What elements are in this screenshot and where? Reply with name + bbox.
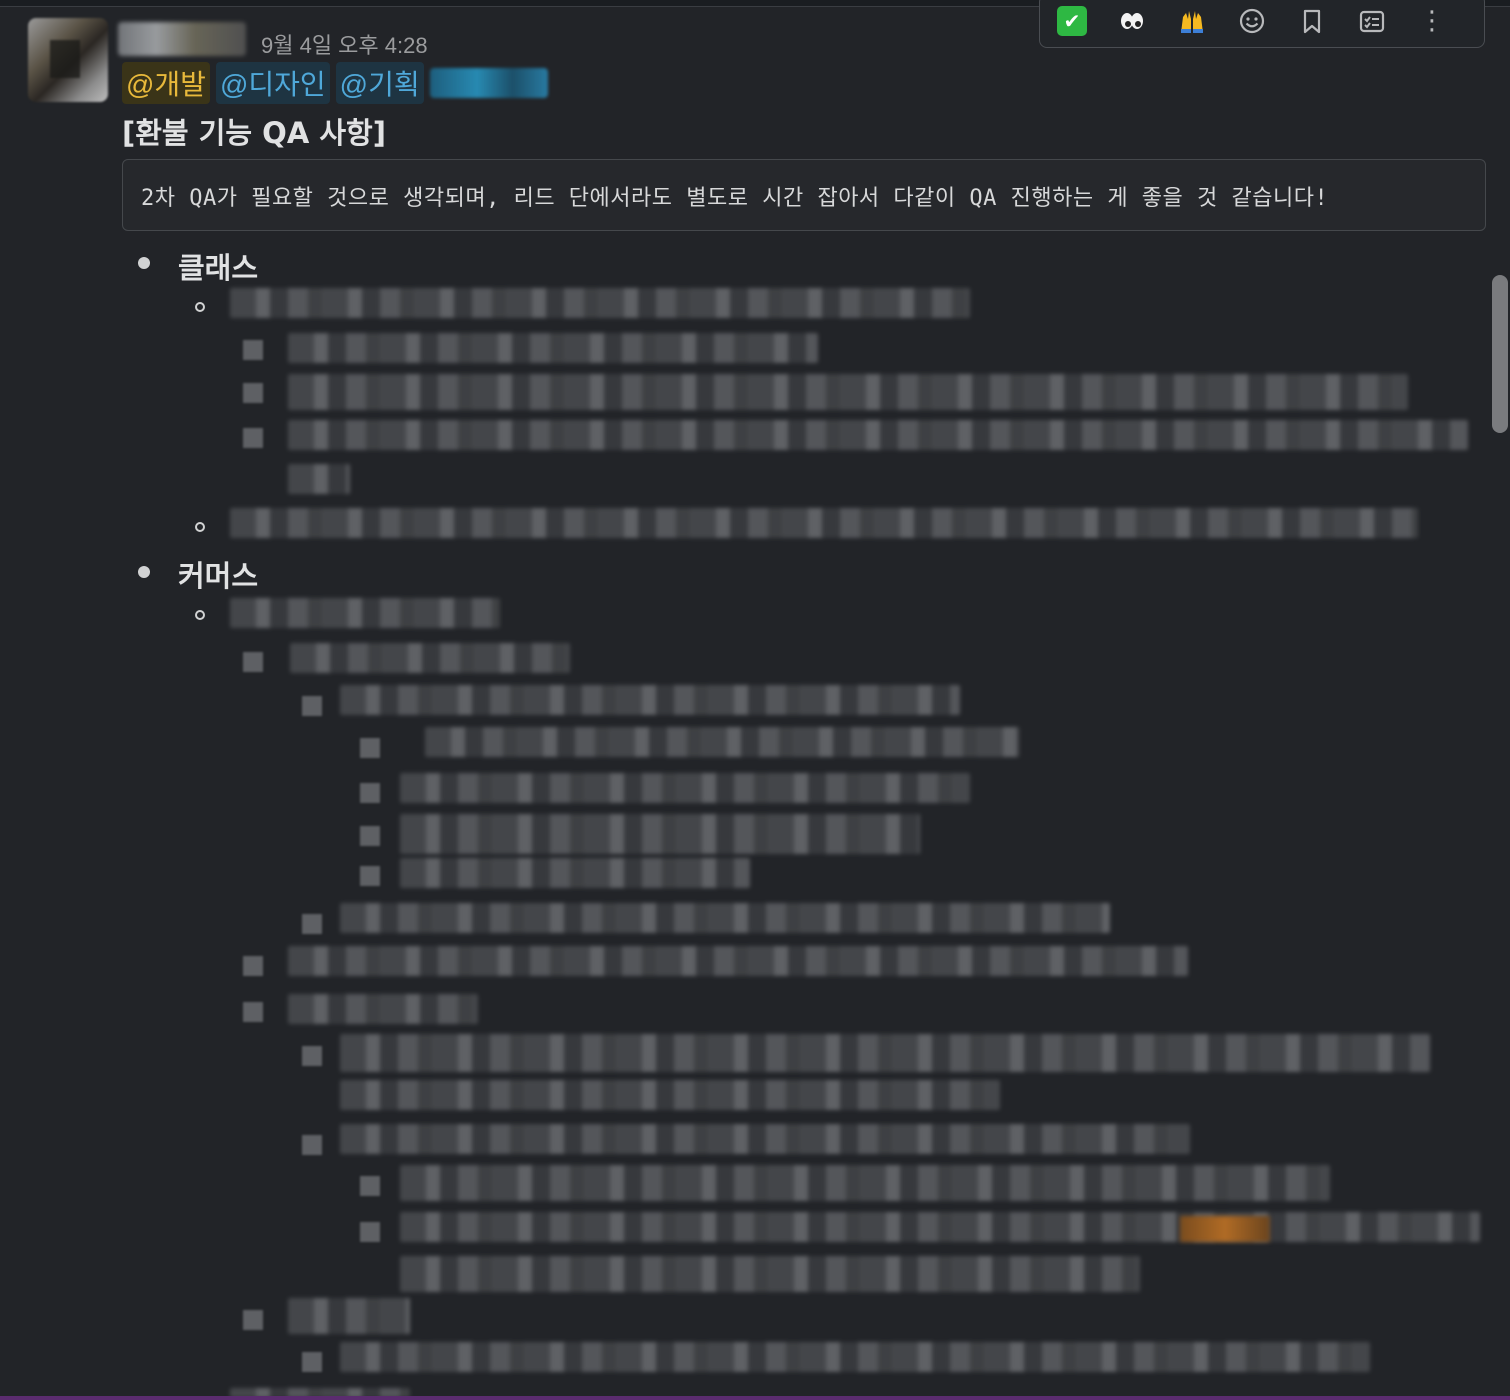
redacted-text: [288, 994, 478, 1024]
square-bullet: [243, 383, 263, 403]
redacted-highlight: [1180, 1216, 1270, 1242]
square-bullet: [360, 1176, 380, 1196]
mention-dev[interactable]: @개발: [122, 62, 210, 104]
scrollbar-thumb[interactable]: [1492, 275, 1508, 433]
bookmark-icon[interactable]: [1296, 5, 1328, 37]
square-bullet: [302, 914, 322, 934]
smiley-glyph: [1239, 8, 1265, 34]
redacted-text: [400, 1256, 1140, 1292]
bullet: [138, 257, 150, 269]
add-reaction-icon[interactable]: [1236, 5, 1268, 37]
redacted-text: [400, 773, 970, 803]
square-bullet: [243, 1310, 263, 1330]
hands-glyph: [1181, 11, 1203, 33]
square-bullet: [360, 826, 380, 846]
redacted-text: [288, 420, 1468, 450]
redacted-text: [340, 1080, 1000, 1110]
redacted-text: [230, 598, 500, 628]
sub-bullet: [195, 610, 205, 620]
bookmark-glyph: [1303, 9, 1321, 34]
square-bullet: [243, 1002, 263, 1022]
code-block-quote: 2차 QA가 필요할 것으로 생각되며, 리드 단에서라도 별도로 시간 잡아서…: [122, 159, 1486, 231]
redacted-text: [230, 508, 1418, 538]
sub-bullet: [195, 302, 205, 312]
redacted-text: [230, 288, 970, 318]
message-actions-toolbar: ✔ ⋮: [1039, 0, 1485, 48]
redacted-text: [340, 685, 960, 715]
more-icon[interactable]: ⋮: [1416, 5, 1448, 37]
checklist-glyph: [1359, 10, 1385, 33]
square-bullet: [360, 738, 380, 758]
square-bullet: [360, 1222, 380, 1242]
square-bullet: [360, 783, 380, 803]
redacted-text: [340, 1124, 1190, 1154]
mentions-row: @개발 @디자인 @기획: [122, 62, 548, 104]
raised-hands-emoji-icon[interactable]: [1176, 5, 1208, 37]
square-bullet: [243, 652, 263, 672]
redacted-text: [288, 333, 818, 363]
sender-name-redacted[interactable]: [118, 22, 246, 56]
square-bullet: [243, 956, 263, 976]
square-bullet: [302, 1352, 322, 1372]
square-bullet: [302, 1046, 322, 1066]
redacted-text: [400, 1212, 1480, 1242]
square-bullet: [243, 428, 263, 448]
timestamp[interactable]: 9월 4일 오후 4:28: [261, 28, 428, 60]
section-heading-class: 클래스: [178, 251, 259, 285]
mention-design[interactable]: @디자인: [215, 62, 330, 104]
section-heading-commerce: 커머스: [178, 559, 259, 593]
redacted-text: [288, 374, 1408, 410]
checklist-icon[interactable]: [1356, 5, 1388, 37]
redacted-text: [400, 1165, 1330, 1201]
square-bullet: [302, 1135, 322, 1155]
redacted-text: [288, 946, 1188, 976]
check-mark-emoji-icon[interactable]: ✔: [1056, 5, 1088, 37]
redacted-text: [340, 903, 1110, 933]
redacted-text: [400, 814, 920, 854]
redacted-text: [288, 1298, 410, 1334]
bullet: [138, 566, 150, 578]
mention-redacted[interactable]: [429, 68, 548, 98]
window-bottom-border: [0, 1396, 1510, 1400]
message-title: [환불 기능 QA 사항]: [122, 116, 386, 150]
mention-planning[interactable]: @기획: [335, 62, 424, 104]
redacted-text: [400, 858, 750, 888]
eyes-glyph: [1121, 13, 1143, 29]
redacted-text: [340, 1342, 1370, 1372]
sub-bullet: [195, 522, 205, 532]
square-bullet: [243, 340, 263, 360]
redacted-text: [340, 1034, 1430, 1072]
redacted-text: [425, 727, 1020, 757]
avatar[interactable]: [28, 18, 108, 102]
eyes-emoji-icon[interactable]: [1116, 5, 1148, 37]
square-bullet: [360, 866, 380, 886]
redacted-text: [288, 464, 350, 494]
redacted-text: [290, 643, 570, 673]
square-bullet: [302, 696, 322, 716]
